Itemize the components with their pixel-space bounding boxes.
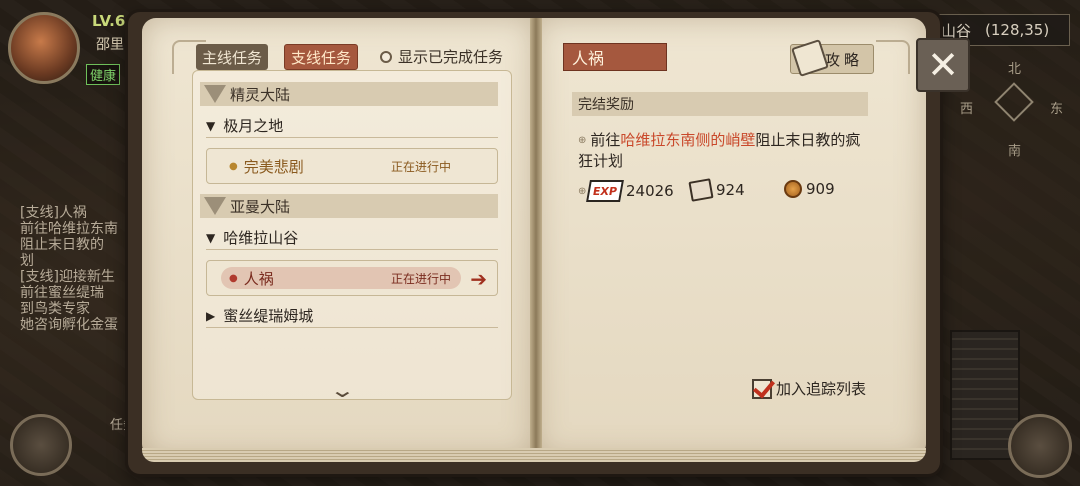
reward-coin: 909 [784, 180, 835, 198]
scroll-icon [791, 39, 829, 77]
triangle-down-icon: ▼ [206, 118, 216, 133]
guide-label: 攻略 [824, 50, 863, 69]
compass-south: 南 [1008, 144, 1022, 159]
player-name: 邵里 [96, 37, 124, 53]
reward-exp: EXP 24026 [586, 180, 674, 202]
tab-main-quests[interactable]: 主线任务 [196, 44, 269, 70]
book-spine [530, 18, 542, 458]
quest-status: 正在进行中 [390, 159, 451, 174]
quest-name: 完美悲剧 [243, 157, 304, 176]
quest-location-link[interactable]: 哈维拉东南侧的峭壁 [620, 131, 755, 149]
triangle-right-icon: ▶ [206, 308, 216, 323]
log-line: [支线]人祸 [20, 205, 87, 221]
page-corner-ornament [876, 40, 910, 74]
close-icon: ✕ [927, 43, 959, 87]
show-completed-toggle[interactable]: 显示已完成任务 [380, 46, 503, 67]
radio-icon[interactable] [380, 50, 392, 63]
area-name: 极月之地 [223, 117, 284, 135]
quest-name: 人祸 [243, 269, 274, 288]
reward-exp-value: 24026 [626, 182, 674, 200]
triangle-down-icon [204, 85, 226, 103]
location-coords: (128,35) [985, 21, 1050, 39]
build-button[interactable] [1008, 414, 1072, 478]
card-icon [688, 178, 714, 202]
coin-icon [784, 180, 802, 198]
area-name: 蜜丝缇瑞姆城 [223, 307, 314, 325]
quest-item[interactable]: ● 完美悲剧 正在进行中 [206, 148, 498, 184]
chevron-down-icon[interactable]: ⌄ [329, 378, 356, 402]
health-status-badge: 健康 [86, 64, 121, 85]
area-item[interactable]: ▶ 蜜丝缇瑞姆城 [206, 304, 498, 328]
log-line: 前往蜜丝缇瑞 [20, 285, 104, 301]
reward-coin-value: 909 [806, 180, 835, 198]
log-line: 阻止末日教的 [20, 237, 104, 253]
track-toggle[interactable]: 加入追踪列表 [752, 378, 866, 399]
triangle-down-icon: ▼ [206, 230, 216, 245]
compass-north: 北 [1008, 62, 1022, 77]
quest-title: 人祸 [563, 43, 667, 71]
region-header[interactable]: 亚曼大陆 [200, 194, 498, 218]
log-line: [支线]迎接新生 [20, 269, 115, 285]
triangle-down-icon [204, 197, 226, 215]
quest-item-selected[interactable]: ● 人祸 正在进行中 ➔ [206, 260, 498, 296]
quest-description: ⊕ 前往哈维拉东南侧的峭壁阻止末日教的疯狂计划 [578, 131, 861, 170]
region-name: 精灵大陆 [230, 85, 291, 104]
bullet-icon: ⊕ [578, 186, 587, 197]
log-line: 划 [20, 253, 34, 269]
track-label: 加入追踪列表 [776, 380, 867, 398]
bullet-icon: ● [229, 272, 238, 284]
log-line: 前往哈维拉东南 [20, 221, 118, 237]
area-item[interactable]: ▼ 极月之地 [206, 114, 498, 138]
reward-section-header: 完结奖励 [572, 92, 868, 116]
reward-list: ⊕ EXP 24026 924 909 [578, 178, 878, 204]
area-item[interactable]: ▼ 哈维拉山谷 [206, 226, 498, 250]
reward-item-value: 924 [716, 181, 745, 199]
exp-icon: EXP [586, 180, 624, 202]
checkbox-checked-icon[interactable] [752, 378, 772, 399]
tab-side-quests[interactable]: 支线任务 [284, 44, 359, 70]
compass-west: 西 [960, 102, 974, 117]
area-name: 哈维拉山谷 [223, 229, 299, 247]
player-level: LV.6 [92, 12, 126, 30]
book-page-edges [142, 448, 926, 462]
skill-button[interactable] [10, 414, 72, 476]
player-avatar[interactable] [8, 12, 80, 84]
close-button[interactable]: ✕ [916, 38, 970, 92]
region-name: 亚曼大陆 [230, 197, 291, 216]
compass-east: 东 [1050, 102, 1064, 117]
guide-button[interactable]: 攻略 [790, 39, 874, 77]
bullet-icon: ● [229, 160, 238, 172]
log-line: 她咨询孵化金蛋 [20, 317, 118, 333]
quest-detail-page [536, 18, 926, 458]
bullet-icon: ⊕ [578, 134, 587, 146]
quest-tracker-log[interactable]: [支线]人祸 前往哈维拉东南 阻止末日教的 划 [支线]迎接新生 前往蜜丝缇瑞 … [20, 205, 140, 333]
region-header[interactable]: 精灵大陆 [200, 82, 498, 106]
compass-rose-icon [994, 82, 1034, 122]
minimap-compass[interactable]: 北 西 东 南 [960, 58, 1070, 168]
show-completed-label: 显示已完成任务 [398, 48, 504, 66]
log-line: 到鸟类专家 [20, 301, 90, 317]
reward-item: 924 [688, 178, 745, 202]
quest-status: 正在进行中 [390, 271, 451, 286]
arrow-right-icon[interactable]: ➔ [470, 267, 487, 291]
